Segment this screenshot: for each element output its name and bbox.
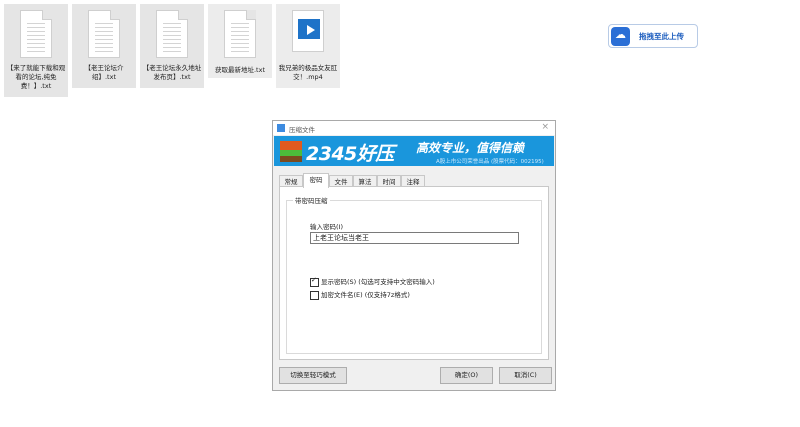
desktop-file-txt-3[interactable]: 【老王论坛永久地址发布页】.txt — [140, 4, 204, 88]
banner-subtitle: A股上市公司荣誉出品 (股票代码：002195) — [436, 159, 544, 165]
text-file-icon — [156, 10, 188, 58]
upload-button[interactable]: ☁ 拖拽至此上传 — [608, 24, 698, 48]
password-input[interactable]: 上老王论坛当老王 — [310, 232, 519, 244]
desktop-file-txt-4[interactable]: 获取最新地址.txt — [208, 4, 272, 78]
play-icon — [307, 25, 315, 35]
upload-label: 拖拽至此上传 — [639, 32, 684, 41]
text-file-icon — [20, 10, 52, 58]
haozip-logo-icon — [280, 141, 302, 162]
password-panel: 带密码压缩 输入密码(I) 上老王论坛当老王 显示密码(S) (勾选可支持中文密… — [279, 186, 549, 360]
cloud-upload-icon: ☁ — [611, 27, 630, 46]
file-label: 我兄弟的极品女友肛交！.mp4 — [278, 64, 338, 81]
file-label: 【老王论坛介绍】.txt — [84, 64, 124, 81]
desktop-file-txt-1[interactable]: 【来了就能下载和观看的论坛,纯免费！】.txt — [4, 4, 68, 97]
text-file-icon — [88, 10, 120, 58]
dialog-titlebar[interactable]: 压缩文件 × — [273, 121, 555, 135]
close-icon[interactable]: × — [541, 122, 549, 132]
file-label: 获取最新地址.txt — [214, 66, 265, 74]
ok-button[interactable]: 确定(O) — [440, 367, 493, 384]
app-icon — [277, 124, 285, 132]
show-password-checkbox[interactable]: 显示密码(S) (勾选可支持中文密码输入) — [310, 276, 435, 287]
tab-password[interactable]: 密码 — [303, 173, 329, 188]
desktop-file-txt-2[interactable]: 【老王论坛介绍】.txt — [72, 4, 136, 88]
checkbox-checked-icon[interactable] — [310, 276, 319, 287]
banner-logo: 2345好压 — [306, 143, 394, 165]
video-file-icon — [292, 10, 324, 52]
file-label: 【老王论坛永久地址发布页】.txt — [142, 64, 202, 81]
text-file-icon — [224, 10, 256, 58]
desktop-file-mp4[interactable]: 我兄弟的极品女友肛交！.mp4 — [276, 4, 340, 88]
file-label: 【来了就能下载和观看的论坛,纯免费！】.txt — [6, 64, 66, 90]
password-label: 输入密码(I) — [310, 223, 343, 231]
encrypt-filenames-checkbox[interactable]: 加密文件名(E) (仅支持7z格式) — [310, 289, 410, 300]
app-banner: 2345好压 高效专业，值得信赖 A股上市公司荣誉出品 (股票代码：002195… — [274, 136, 554, 166]
cancel-button[interactable]: 取消(C) — [499, 367, 552, 384]
banner-slogan: 高效专业，值得信赖 — [416, 141, 525, 155]
show-password-label: 显示密码(S) (勾选可支持中文密码输入) — [321, 278, 435, 286]
switch-mode-button[interactable]: 切换至轻巧模式 — [279, 367, 347, 384]
group-label: 带密码压缩 — [293, 195, 330, 205]
compress-dialog: 压缩文件 × 2345好压 高效专业，值得信赖 A股上市公司荣誉出品 (股票代码… — [272, 120, 556, 391]
dialog-title: 压缩文件 — [289, 126, 315, 134]
encrypt-filenames-label: 加密文件名(E) (仅支持7z格式) — [321, 291, 410, 299]
checkbox-unchecked-icon[interactable] — [310, 290, 319, 300]
